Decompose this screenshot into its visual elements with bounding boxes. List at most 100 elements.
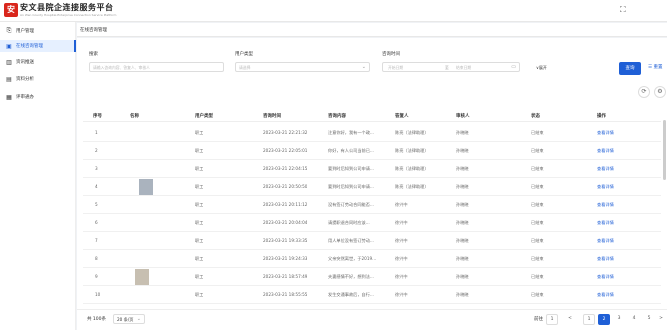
- cell-type: 职工: [195, 274, 204, 279]
- cell-content: 注意你好，我有一个政...: [328, 130, 374, 135]
- page-1-button[interactable]: 1: [583, 314, 595, 325]
- table-row: 1 职工 2023-03-21 22:21:32 注意你好，我有一个政... 陈亮（法律…: [83, 124, 661, 142]
- reset-button[interactable]: ☰ 重置: [648, 64, 662, 70]
- col-header-time: 咨询时间: [263, 114, 281, 119]
- cell-content: 父亲突然离世，于2019...: [328, 256, 377, 261]
- page-3-button[interactable]: 3: [613, 314, 625, 325]
- cell-reviewer: 孙晓晓: [456, 274, 469, 279]
- view-detail-link[interactable]: 查看详情: [597, 220, 614, 226]
- sidebar-item-label: 在线咨询管理: [16, 44, 43, 49]
- cell-time: 2023-03-21 20:50:50: [263, 184, 308, 189]
- date-range-picker[interactable]: 开始日期 至 结束日期 ▭: [382, 62, 520, 72]
- table-row: 9 职工 2023-03-21 18:57:49 夫妻感情不好，想到法... 徐兴中 孙晓…: [83, 268, 661, 286]
- prev-page-button[interactable]: <: [564, 314, 576, 325]
- cell-reviewer: 孙晓晓: [456, 256, 469, 261]
- cell-answer: 徐兴中: [395, 238, 408, 243]
- cell-type: 职工: [195, 202, 204, 207]
- cell-reviewer: 孙晓晓: [456, 166, 469, 171]
- sidebar-item-consultation[interactable]: ▣ 在线咨询管理: [0, 40, 76, 52]
- cell-time: 2023-03-21 19:24:33: [263, 256, 308, 261]
- tab-consultation[interactable]: 在线咨询管理: [80, 27, 107, 33]
- fullscreen-icon[interactable]: ⛶: [620, 5, 626, 15]
- sidebar: ⎘ 用户管理 ▣ 在线咨询管理 ▥ 资讯推送 ▤ 资料分析 ▦ 评审通办: [0, 22, 76, 330]
- cell-time: 2023-03-21 20:11:12: [263, 202, 308, 207]
- cell-status: 已结束: [531, 220, 544, 225]
- consult-time-label: 咨询时间: [382, 52, 400, 57]
- sidebar-item-info-push[interactable]: ▥ 资讯推送: [0, 56, 76, 68]
- next-page-button[interactable]: >: [655, 314, 667, 325]
- table-row: 2 职工 2023-03-21 22:05:01 你好，有人公司当前已... 陈亮（法律…: [83, 142, 661, 160]
- page-2-button[interactable]: 2: [598, 314, 610, 325]
- settings-icon[interactable]: ⚙: [654, 86, 666, 98]
- table-row: 4 职工 2023-03-21 20:50:50 要到时后知到公司申请... 陈亮（法律…: [83, 178, 661, 196]
- col-header-name: 名称: [130, 114, 139, 119]
- cell-reviewer: 孙晓晓: [456, 220, 469, 225]
- cell-answer: 徐兴中: [395, 256, 408, 261]
- search-button[interactable]: 查询: [619, 62, 641, 75]
- cell-content: 用人单位没有签订劳动...: [328, 238, 374, 243]
- page-size-value: 20 条/页: [117, 317, 134, 322]
- app-subtitle: An Wen County Hospital-Enterprise Connec…: [20, 13, 117, 17]
- col-header-reviewer: 审核人: [456, 114, 470, 119]
- sidebar-item-label: 资讯推送: [16, 60, 34, 65]
- reset-label: 重置: [653, 65, 663, 70]
- user-type-label: 用户类型: [235, 52, 253, 57]
- view-detail-link[interactable]: 查看详情: [597, 256, 614, 262]
- sidebar-item-label: 资料分析: [16, 77, 34, 82]
- view-detail-link[interactable]: 查看详情: [597, 202, 614, 208]
- chart-icon: ▥: [6, 58, 12, 66]
- table-row: 7 职工 2023-03-21 19:33:35 用人单位没有签订劳动... 徐兴中 孙晓…: [83, 232, 661, 250]
- cell-answer: 徐兴中: [395, 292, 408, 297]
- cell-content: 夫妻感情不好，想到法...: [328, 274, 374, 279]
- cell-status: 已结束: [531, 238, 544, 243]
- cell-status: 已结束: [531, 166, 544, 171]
- expand-button[interactable]: ∨展开: [536, 65, 547, 71]
- cell-status: 已结束: [531, 256, 544, 261]
- table-row: 8 职工 2023-03-21 19:24:33 父亲突然离世，于2019... 徐兴中…: [83, 250, 661, 268]
- goto-page-input[interactable]: 1: [546, 314, 558, 325]
- table-header: 序号 名称 用户类型 咨询时间 咨询内容 答复人 审核人 状态 操作: [83, 110, 661, 122]
- sidebar-item-review[interactable]: ▦ 评审通办: [0, 91, 76, 103]
- cell-no: 7: [95, 238, 98, 243]
- cell-type: 职工: [195, 292, 204, 297]
- cell-no: 8: [95, 256, 98, 261]
- refresh-icon[interactable]: ⟳: [638, 86, 650, 98]
- col-header-type: 用户类型: [195, 114, 213, 119]
- sidebar-item-analysis[interactable]: ▤ 资料分析: [0, 73, 76, 85]
- goto-label: 前往: [534, 317, 543, 322]
- view-detail-link[interactable]: 查看详情: [597, 238, 614, 244]
- keyword-label: 搜索: [89, 52, 98, 57]
- view-detail-link[interactable]: 查看详情: [597, 130, 614, 136]
- sidebar-item-user-management[interactable]: ⎘ 用户管理: [0, 25, 76, 37]
- cell-time: 2023-03-21 22:21:32: [263, 130, 308, 135]
- cell-time: 2023-03-21 18:57:49: [263, 274, 308, 279]
- cell-status: 已结束: [531, 130, 544, 135]
- col-header-no: 序号: [93, 114, 102, 119]
- view-detail-link[interactable]: 查看详情: [597, 274, 614, 280]
- keyword-input[interactable]: 请输入咨询内容、答复人、审核人: [89, 62, 224, 72]
- cell-reviewer: 孙晓晓: [456, 238, 469, 243]
- cell-answer: 陈亮（法律助理）: [395, 166, 429, 171]
- cell-type: 职工: [195, 256, 204, 261]
- view-detail-link[interactable]: 查看详情: [597, 166, 614, 172]
- pagination-bar: 共 100条 20 条/页 ⌄ 前往 1 < 1 2 3 4 5 >: [77, 309, 667, 330]
- cell-no: 3: [95, 166, 98, 171]
- date-separator: 至: [445, 65, 449, 70]
- user-type-select[interactable]: 请选择 ⌄: [235, 62, 370, 72]
- cell-no: 6: [95, 220, 98, 225]
- cell-type: 职工: [195, 166, 204, 171]
- page-4-button[interactable]: 4: [628, 314, 640, 325]
- cell-answer: 徐兴中: [395, 202, 408, 207]
- page-size-select[interactable]: 20 条/页 ⌄: [113, 314, 145, 324]
- view-detail-link[interactable]: 查看详情: [597, 292, 614, 298]
- logo: 安: [4, 3, 18, 17]
- view-detail-link[interactable]: 查看详情: [597, 148, 614, 154]
- scrollbar[interactable]: [663, 120, 666, 180]
- page-5-button[interactable]: 5: [643, 314, 655, 325]
- col-header-action: 操作: [597, 114, 606, 119]
- view-detail-link[interactable]: 查看详情: [597, 184, 614, 190]
- cell-content: 要到时后知到公司申请...: [328, 166, 374, 171]
- table-row: 6 职工 2023-03-21 20:04:04 请提职退合同时应该... 徐兴中 孙晓晓…: [83, 214, 661, 232]
- cell-answer: 陈亮（法律助理）: [395, 148, 429, 153]
- cell-type: 职工: [195, 220, 204, 225]
